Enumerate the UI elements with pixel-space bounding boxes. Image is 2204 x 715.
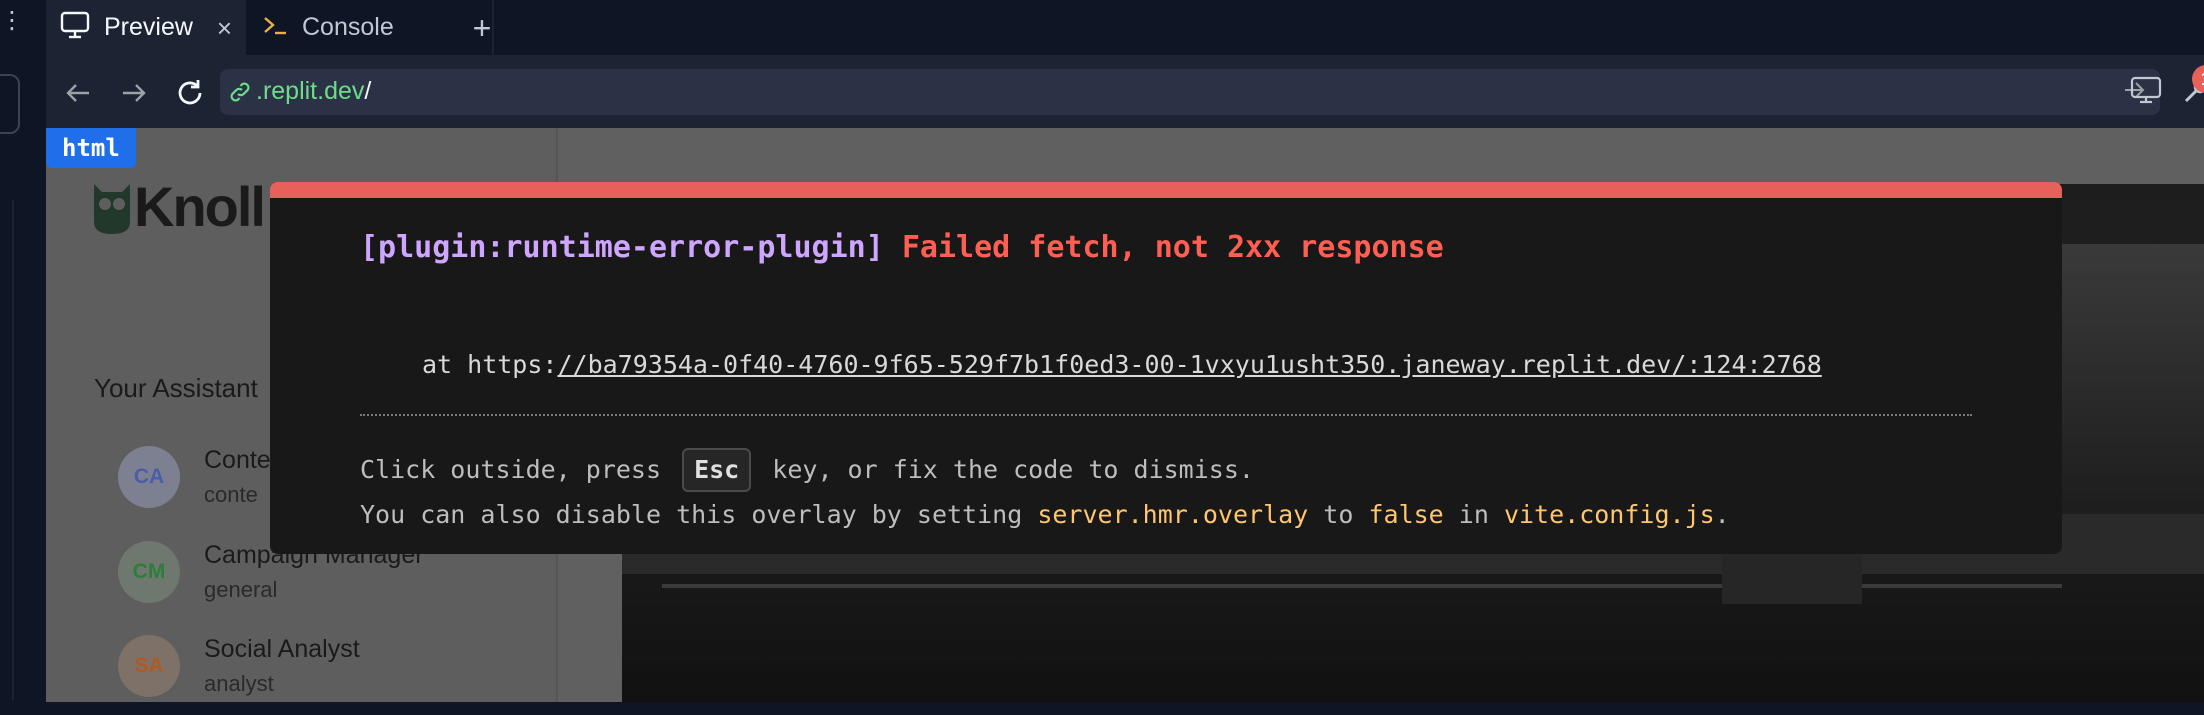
url-host: .replit.dev xyxy=(256,77,365,105)
config-value: false xyxy=(1368,500,1444,529)
app-logo-text: Knoll xyxy=(134,175,266,238)
devices-button[interactable] xyxy=(2130,75,2162,110)
stack-prefix: at https: xyxy=(422,350,558,379)
dismiss-tip: Click outside, press Esc key, or fix the… xyxy=(360,448,1254,492)
url-path: / xyxy=(364,77,372,105)
url-text: .replit.dev/ xyxy=(256,77,371,106)
monitor-icon xyxy=(2130,76,2162,104)
side-panel-handle[interactable] xyxy=(0,74,20,134)
tip-text: Click outside, press xyxy=(360,455,677,484)
assistant-role: analyst xyxy=(204,671,274,696)
tip-text: key, or fix the code to dismiss. xyxy=(757,455,1254,484)
close-icon[interactable]: × xyxy=(217,13,232,44)
section-title: Your Assistant xyxy=(94,373,258,403)
avatar: SA xyxy=(118,635,180,697)
config-option: server.hmr.overlay xyxy=(1037,500,1309,529)
tab-console[interactable]: Console xyxy=(248,0,494,55)
side-divider xyxy=(12,200,14,700)
assistant-name: Conte xyxy=(204,446,271,474)
tip-text: in xyxy=(1443,500,1504,529)
devtools-button[interactable]: 1 xyxy=(2180,65,2204,109)
address-bar-row: .replit.dev/ 1 xyxy=(46,55,2204,128)
new-tab-button[interactable]: + xyxy=(462,8,502,48)
left-side-strip: ⋮ xyxy=(0,0,46,702)
terminal-icon xyxy=(262,13,288,42)
owl-logo-icon xyxy=(92,178,132,241)
reload-button[interactable] xyxy=(170,73,210,113)
error-overlay[interactable]: [plugin:runtime-error-plugin] Failed fet… xyxy=(270,182,2062,554)
error-title: [plugin:runtime-error-plugin] Failed fet… xyxy=(360,230,1444,265)
disable-tip: You can also disable this overlay by set… xyxy=(360,500,1730,529)
tab-preview[interactable]: Preview × xyxy=(46,0,246,55)
arrow-right-icon xyxy=(123,84,146,102)
assistant-role: general xyxy=(204,577,278,602)
assistant-role: conte xyxy=(204,482,258,507)
error-message: Failed fetch, not 2xx response xyxy=(901,230,1444,265)
link-icon xyxy=(228,80,252,109)
arrow-left-icon xyxy=(66,84,89,102)
stack-url-link[interactable]: //ba79354a-0f40-4760-9f65-529f7b1f0ed3-0… xyxy=(557,350,1821,379)
reload-icon xyxy=(178,80,202,105)
element-tag-label: html xyxy=(46,128,136,168)
tip-text: to xyxy=(1308,500,1369,529)
url-input[interactable]: .replit.dev/ xyxy=(220,69,2160,115)
error-stack: at https://ba79354a-0f40-4760-9f65-529f7… xyxy=(422,350,1822,379)
more-options-icon[interactable]: ⋮ xyxy=(0,9,24,33)
assistant-item[interactable]: SA Social Analyst analyst xyxy=(118,635,538,715)
assistant-name: Social Analyst xyxy=(204,635,360,663)
error-plugin: [plugin:runtime-error-plugin] xyxy=(360,230,884,265)
esc-key: Esc xyxy=(682,448,752,492)
monitor-icon xyxy=(60,11,90,44)
config-file: vite.config.js xyxy=(1503,500,1715,529)
tip-text: . xyxy=(1714,500,1730,529)
avatar: CA xyxy=(118,446,180,508)
avatar: CM xyxy=(118,541,180,603)
tab-bar: Preview × Console + xyxy=(46,0,2204,55)
tab-preview-label: Preview xyxy=(104,13,193,41)
tab-console-label: Console xyxy=(302,13,394,41)
divider xyxy=(360,414,1972,416)
back-button[interactable] xyxy=(58,73,98,113)
tip-text: You can also disable this overlay by set… xyxy=(360,500,1038,529)
forward-button[interactable] xyxy=(114,73,154,113)
